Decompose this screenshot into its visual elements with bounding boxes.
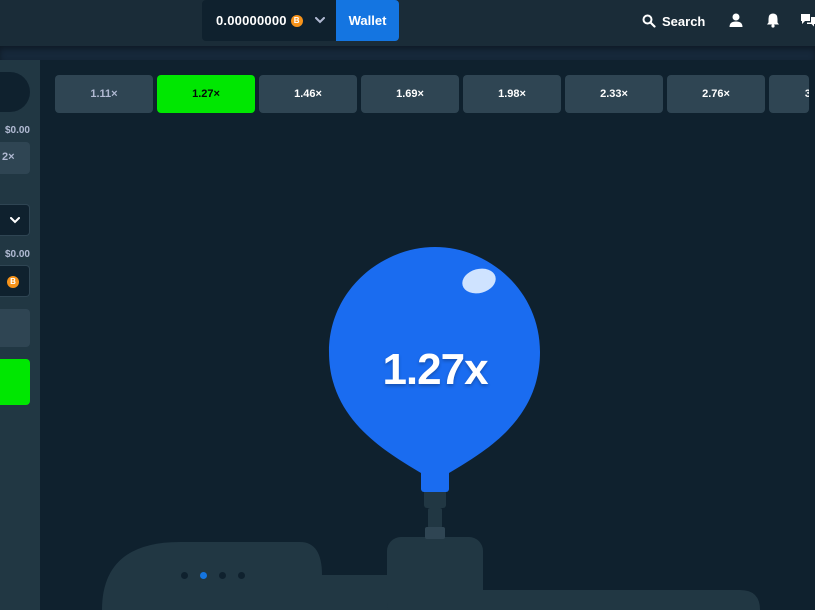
indicator-dot [238, 572, 245, 579]
pump-rail [470, 590, 760, 610]
balloon-multiplier: 1.27x [382, 345, 488, 394]
balloon-nozzle [424, 490, 446, 508]
pump-base [102, 542, 395, 610]
indicator-dot-active [200, 572, 207, 579]
game-scene [102, 247, 760, 610]
indicator-dot [219, 572, 226, 579]
pump-stand [387, 537, 483, 610]
indicator-dot [181, 572, 188, 579]
pump-indicator-dots [181, 572, 245, 579]
